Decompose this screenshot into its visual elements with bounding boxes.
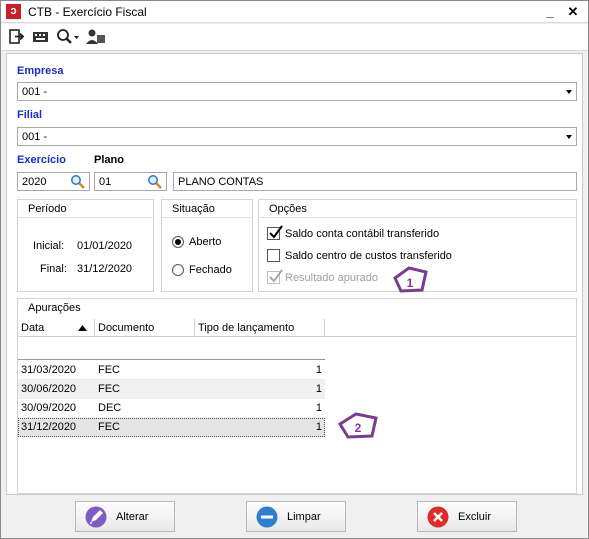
delete-icon	[427, 506, 449, 528]
close-button[interactable]: ✕	[564, 3, 582, 21]
chevron-down-icon	[566, 90, 572, 94]
radio-fechado-label[interactable]: Fechado	[189, 264, 232, 276]
situacao-group: Situação Aberto Fechado	[161, 199, 253, 292]
main-window: ↄ CTB - Exercício Fiscal _ ✕ Empresa 001…	[0, 0, 589, 539]
exercicio-label: Exercício	[17, 154, 66, 166]
sort-ascending-icon	[78, 325, 87, 331]
checkmark-icon	[269, 225, 283, 239]
edit-icon	[85, 506, 107, 528]
alterar-button[interactable]: Alterar	[75, 501, 175, 532]
plano-code-value: 01	[99, 176, 112, 188]
column-header-data-label: Data	[21, 322, 45, 334]
exit-icon[interactable]	[9, 28, 25, 46]
cell-tipo: 1	[315, 421, 322, 433]
callout-2-text: 2	[355, 421, 362, 435]
cell-documento: FEC	[98, 421, 120, 433]
table-row-selected[interactable]: 31/12/2020 FEC 1	[18, 418, 325, 437]
cell-data: 30/06/2020	[21, 383, 77, 395]
cell-documento: FEC	[98, 364, 120, 376]
radio-aberto-label[interactable]: Aberto	[189, 236, 221, 248]
column-header-tipo-label: Tipo de lançamento	[198, 322, 295, 334]
excluir-label: Excluir	[458, 511, 492, 523]
periodo-final-value: 31/12/2020	[77, 263, 133, 275]
ctb-app-icon: ↄ	[6, 4, 21, 19]
window-title: CTB - Exercício Fiscal	[28, 5, 147, 19]
exercicio-value: 2020	[22, 176, 47, 188]
table-row[interactable]: 30/06/2020 FEC 1	[18, 380, 325, 399]
cell-documento: DEC	[98, 402, 122, 414]
cell-tipo: 1	[315, 364, 322, 376]
periodo-title: Período	[18, 200, 153, 218]
limpar-button[interactable]: Limpar	[246, 501, 346, 532]
callout-1-text: 1	[407, 276, 414, 290]
column-header-documento[interactable]: Documento	[95, 319, 195, 337]
radio-aberto[interactable]	[172, 236, 184, 248]
callout-badge-2: 2	[338, 412, 378, 439]
search-dropdown-icon[interactable]	[56, 28, 80, 46]
periodo-inicial-value: 01/01/2020	[77, 240, 133, 252]
column-header-filler	[325, 319, 576, 337]
callout-badge-1: 1	[393, 266, 428, 293]
opcoes-title: Opções	[259, 200, 576, 218]
checkmark-icon	[269, 269, 283, 283]
grid-top-divider	[18, 359, 325, 360]
empresa-select[interactable]: 001 -	[17, 82, 577, 101]
chevron-down-icon	[566, 135, 572, 139]
periodo-group: Período Inicial: 01/01/2020 Final: 31/12…	[17, 199, 154, 292]
minimize-button[interactable]: _	[541, 3, 559, 21]
filial-value: 001 -	[22, 131, 48, 143]
checkbox-saldo-centro[interactable]	[267, 249, 280, 262]
cell-data: 30/09/2020	[21, 402, 77, 414]
empresa-label: Empresa	[17, 65, 64, 77]
content-panel: Empresa 001 - Filial 001 - Exercício Pla…	[6, 53, 583, 495]
periodo-final-label: Final:	[40, 263, 67, 275]
plano-description-field: PLANO CONTAS	[173, 172, 577, 191]
plano-label: Plano	[94, 154, 124, 166]
filial-label: Filial	[17, 109, 43, 121]
cell-documento: FEC	[98, 383, 120, 395]
search-icon[interactable]	[70, 174, 86, 190]
excluir-button[interactable]: Excluir	[417, 501, 517, 532]
keyboard-icon[interactable]	[32, 28, 50, 46]
cell-data: 31/12/2020	[21, 421, 77, 433]
checkbox-saldo-centro-label[interactable]: Saldo centro de custos transferido	[285, 250, 452, 262]
title-bar: ↄ CTB - Exercício Fiscal _ ✕	[1, 1, 588, 23]
checkbox-saldo-conta[interactable]	[267, 225, 283, 240]
periodo-inicial-label: Inicial:	[33, 240, 65, 252]
checkbox-resultado-apurado	[267, 269, 283, 284]
apuracoes-group: Apurações Data Documento Tipo de lançame…	[17, 298, 577, 494]
empresa-value: 001 -	[22, 86, 48, 98]
column-header-documento-label: Documento	[98, 322, 155, 334]
table-row[interactable]: 30/09/2020 DEC 1	[18, 399, 325, 418]
checkbox-resultado-apurado-label: Resultado apurado	[285, 272, 378, 284]
user-icon[interactable]	[86, 28, 106, 46]
cell-tipo: 1	[315, 402, 322, 414]
radio-fechado[interactable]	[172, 264, 184, 276]
search-icon[interactable]	[147, 174, 163, 190]
checkbox-saldo-conta-label[interactable]: Saldo conta contábil transferido	[285, 228, 439, 240]
clear-icon	[256, 506, 278, 528]
column-header-tipo[interactable]: Tipo de lançamento	[195, 319, 325, 337]
filial-select[interactable]: 001 -	[17, 127, 577, 146]
apuracoes-title: Apurações	[28, 302, 81, 314]
cell-data: 31/03/2020	[21, 364, 77, 376]
table-row[interactable]: 31/03/2020 FEC 1	[18, 361, 325, 380]
cell-tipo: 1	[315, 383, 322, 395]
alterar-label: Alterar	[116, 511, 149, 523]
plano-description-value: PLANO CONTAS	[178, 176, 264, 188]
plano-code-field[interactable]: 01	[94, 172, 167, 191]
column-header-data[interactable]: Data	[18, 319, 95, 337]
exercicio-field[interactable]: 2020	[17, 172, 90, 191]
situacao-title: Situação	[162, 200, 252, 218]
limpar-label: Limpar	[287, 511, 321, 523]
toolbar	[1, 24, 588, 51]
